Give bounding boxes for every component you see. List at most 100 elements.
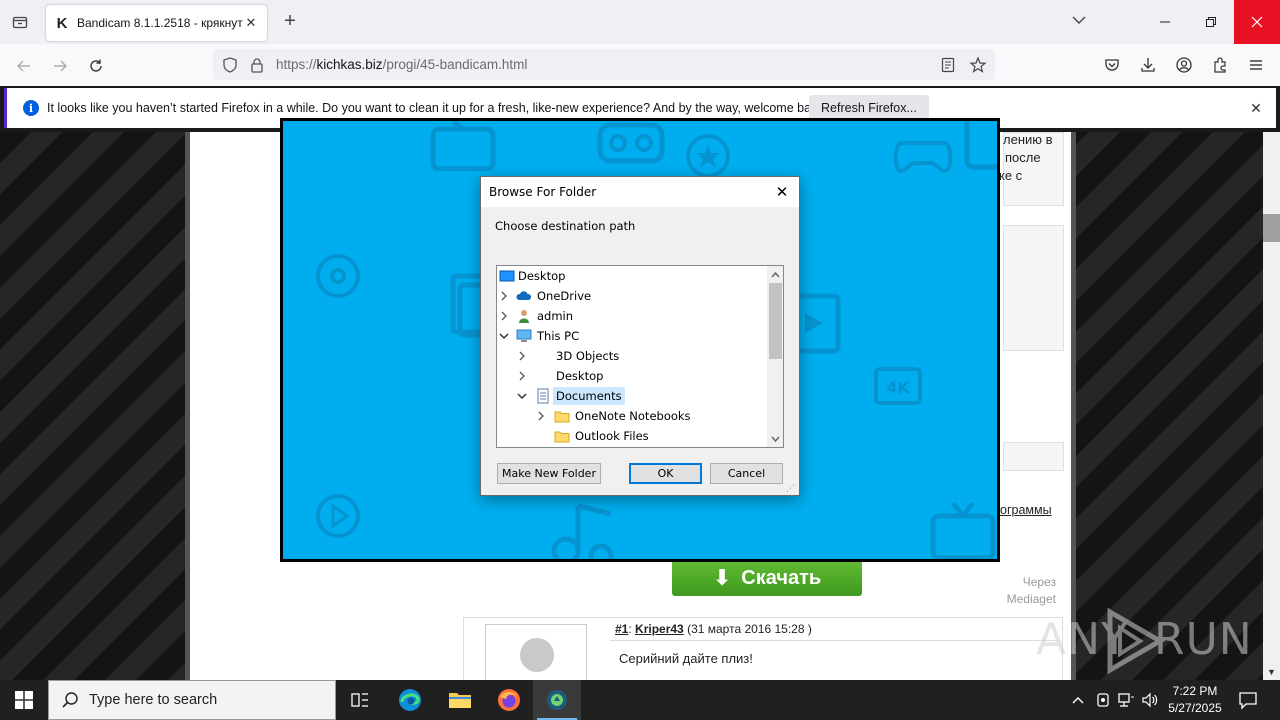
chevron-up-icon[interactable] <box>1069 691 1087 709</box>
extensions-icon[interactable] <box>1207 52 1233 78</box>
navigation-toolbar: https://kichkas.biz/progi/45-bandicam.ht… <box>0 44 1280 86</box>
sidebar-text-line: после <box>1005 150 1041 165</box>
reader-view-icon[interactable] <box>939 56 957 74</box>
resize-grip-icon[interactable]: ⋰ <box>786 483 796 493</box>
tree-item-label: Outlook Files <box>575 429 649 443</box>
tree-item-desktop-root[interactable]: Desktop <box>497 266 767 286</box>
tree-item-onedrive[interactable]: OneDrive <box>497 286 767 306</box>
restore-window-button[interactable] <box>1188 0 1234 44</box>
comment-date: (31 марта 2016 15:28 ) <box>687 622 812 636</box>
tree-item-this-pc[interactable]: This PC <box>497 326 767 346</box>
chevron-right-icon[interactable] <box>498 310 510 322</box>
tv-icon <box>930 501 996 559</box>
menu-hamburger-icon[interactable] <box>1243 52 1269 78</box>
page-scrollbar-thumb[interactable] <box>1263 214 1280 242</box>
onedrive-icon <box>516 291 532 300</box>
avatar <box>485 624 587 680</box>
sidebar-text-line: ке с <box>999 168 1023 183</box>
account-icon[interactable] <box>1171 52 1197 78</box>
forward-arrow-icon[interactable] <box>46 52 74 80</box>
close-notification-icon[interactable]: ✕ <box>1248 100 1264 116</box>
address-bar[interactable]: https://kichkas.biz/progi/45-bandicam.ht… <box>213 49 995 80</box>
make-new-folder-button[interactable]: Make New Folder <box>497 463 601 484</box>
taskbar-search-box[interactable]: Type here to search <box>48 680 336 720</box>
reload-icon[interactable] <box>82 52 110 80</box>
site-favicon-icon: K <box>56 14 68 32</box>
chevron-right-icon[interactable] <box>516 370 528 382</box>
close-window-button[interactable] <box>1234 0 1280 44</box>
url-host: kichkas.biz <box>316 57 383 72</box>
task-view-button[interactable] <box>336 680 384 720</box>
dialog-close-icon[interactable]: ✕ <box>773 183 791 201</box>
chevron-down-icon[interactable] <box>498 330 510 342</box>
url-text[interactable]: https://kichkas.biz/progi/45-bandicam.ht… <box>276 57 939 72</box>
tree-scrollbar[interactable] <box>767 266 783 447</box>
action-center-icon[interactable] <box>1238 690 1258 710</box>
tree-item-label: Documents <box>553 387 625 405</box>
new-tab-icon[interactable]: + <box>278 9 302 33</box>
tree-item-3d-objects[interactable]: 3D Objects <box>497 346 767 366</box>
tab-title: Bandicam 8.1.1.2518 - крякнутый <box>77 16 243 30</box>
ok-button[interactable]: OK <box>629 463 702 484</box>
tab-bar: K Bandicam 8.1.1.2518 - крякнутый ✕ + <box>0 0 1280 44</box>
scroll-up-arrow-icon[interactable] <box>767 266 783 283</box>
back-arrow-icon[interactable] <box>10 52 38 80</box>
chevron-right-icon[interactable] <box>498 290 510 302</box>
edge-taskbar-button[interactable] <box>386 680 434 720</box>
tree-item-label: This PC <box>537 329 580 343</box>
tree-item-admin[interactable]: admin <box>497 306 767 326</box>
comment-number-link[interactable]: #1 <box>615 622 628 636</box>
user-icon <box>519 310 529 323</box>
downloads-icon[interactable] <box>1135 52 1161 78</box>
dialog-title-bar[interactable]: Browse For Folder ✕ <box>481 177 799 207</box>
sidebar-box <box>1003 442 1064 471</box>
pocket-icon[interactable] <box>1099 52 1125 78</box>
volume-icon[interactable] <box>1141 691 1159 709</box>
lock-icon[interactable] <box>249 57 265 73</box>
network-icon[interactable] <box>1117 691 1135 709</box>
installer-icon <box>547 690 567 710</box>
bookmark-star-icon[interactable] <box>969 55 987 74</box>
chevron-right-icon[interactable] <box>516 350 528 362</box>
device-icon[interactable] <box>1094 691 1112 709</box>
comment-author-link[interactable]: Kriper43 <box>635 622 684 636</box>
documents-icon <box>537 388 549 404</box>
desktop-icon <box>499 270 515 282</box>
chevron-down-icon[interactable] <box>1071 12 1091 32</box>
start-button[interactable] <box>0 680 48 720</box>
dialog-prompt: Choose destination path <box>495 219 636 233</box>
chevron-down-icon[interactable] <box>516 390 528 402</box>
download-button[interactable]: ⬇ Скачать <box>672 560 862 596</box>
bandicam-installer-taskbar-button[interactable] <box>533 680 581 720</box>
tv-icon <box>430 121 496 171</box>
tree-item-documents[interactable]: Documents <box>497 386 767 406</box>
tree-item-outlook-files[interactable]: Outlook Files <box>497 426 767 446</box>
play-circle-icon <box>316 494 360 538</box>
cancel-button[interactable]: Cancel <box>710 463 783 484</box>
chevron-right-icon[interactable] <box>535 410 547 422</box>
comment-card: #1: Kriper43 (31 марта 2016 15:28 ) Сери… <box>463 617 1063 680</box>
tree-item-desktop[interactable]: Desktop <box>497 366 767 386</box>
browse-for-folder-dialog: Browse For Folder ✕ Choose destination p… <box>480 176 800 496</box>
scroll-down-arrow-icon[interactable]: ▼ <box>1263 664 1280 680</box>
file-explorer-taskbar-button[interactable] <box>436 680 484 720</box>
clock-time: 7:22 PM <box>1172 684 1218 698</box>
edge-icon <box>399 689 421 711</box>
tracking-shield-icon[interactable] <box>221 56 239 74</box>
download-arrow-icon: ⬇ <box>712 565 732 590</box>
tree-item-label: OneDrive <box>537 289 592 303</box>
tree-item-onenote-notebooks[interactable]: OneNote Notebooks <box>497 406 767 426</box>
scroll-down-arrow-icon[interactable] <box>767 430 783 447</box>
minimize-window-button[interactable] <box>1142 0 1188 44</box>
tab-list-icon[interactable] <box>6 8 34 36</box>
divider <box>610 640 1060 641</box>
tab-close-icon[interactable]: ✕ <box>243 15 259 31</box>
browser-tab[interactable]: K Bandicam 8.1.1.2518 - крякнутый ✕ <box>46 5 267 41</box>
programs-link[interactable]: ограммы <box>1000 503 1052 517</box>
folder-tree[interactable]: Desktop OneDrive admin This PC 3D Object… <box>496 265 784 448</box>
firefox-taskbar-button[interactable] <box>485 680 533 720</box>
tree-scrollbar-thumb[interactable] <box>769 283 782 359</box>
taskbar-clock[interactable]: 7:22 PM 5/27/2025 <box>1164 683 1226 717</box>
music-note-icon <box>551 503 614 559</box>
url-prefix: https:// <box>276 57 317 72</box>
